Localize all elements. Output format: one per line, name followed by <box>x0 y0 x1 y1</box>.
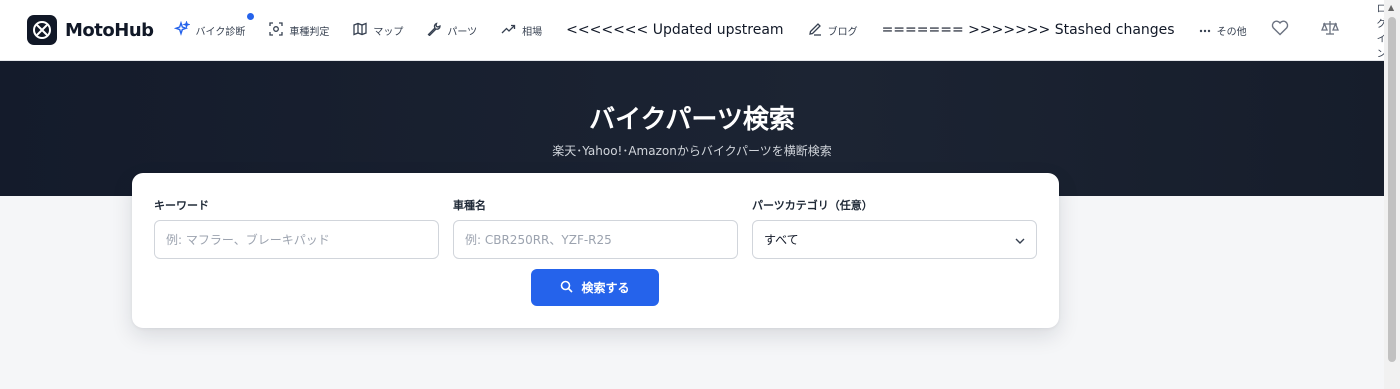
nav-label: 車種判定 <box>289 26 330 38</box>
model-field-group: 車種名 <box>453 197 738 259</box>
heart-icon <box>1271 20 1289 40</box>
top-navbar: MotoHub バイク診断 車種判定 マップ パーツ 相場 <<<<<<< Up… <box>0 0 1387 61</box>
scroll-up-arrow-icon[interactable]: ▲ <box>1388 3 1394 12</box>
brand-name: MotoHub <box>65 19 154 41</box>
model-input[interactable] <box>453 220 738 259</box>
nav-label: パーツ <box>447 26 478 38</box>
nav-label: マップ <box>373 26 404 38</box>
merge-conflict-marker-stashed: ======= >>>>>>> Stashed changes <box>881 22 1175 38</box>
notification-badge <box>247 12 255 20</box>
nav-item-market-price[interactable]: 相場 <box>501 23 542 38</box>
keyword-label: キーワード <box>154 199 209 212</box>
favorites-button[interactable] <box>1271 20 1289 40</box>
scrollbar-thumb[interactable] <box>1388 17 1396 362</box>
keyword-field-group: キーワード <box>154 197 439 259</box>
category-label: パーツカテゴリ（任意） <box>752 199 873 212</box>
nav-item-more[interactable]: その他 <box>1199 23 1247 38</box>
search-button[interactable]: 検索する <box>531 269 659 306</box>
keyword-input[interactable] <box>154 220 439 259</box>
wheel-logo-icon <box>27 15 57 45</box>
nav-label: その他 <box>1216 26 1247 38</box>
category-field-group: パーツカテゴリ（任意） すべて <box>752 197 1037 259</box>
nav-item-blog[interactable]: ブログ <box>808 22 858 39</box>
scan-icon <box>269 21 283 39</box>
page-title: バイクパーツ検索 <box>589 105 795 135</box>
nav-item-map[interactable]: マップ <box>353 22 403 39</box>
vertical-scrollbar[interactable]: ▲ <box>1384 0 1400 389</box>
nav-item-parts[interactable]: パーツ <box>427 21 478 39</box>
scale-icon <box>1320 20 1339 40</box>
nav-item-model-identification[interactable]: 車種判定 <box>269 21 330 39</box>
model-label: 車種名 <box>453 199 486 212</box>
category-selected-value: すべて <box>764 233 799 247</box>
search-icon <box>560 280 574 296</box>
nav-label: ブログ <box>827 26 858 38</box>
merge-conflict-marker-upstream: <<<<<<< Updated upstream <box>566 22 784 38</box>
wrench-icon <box>427 21 441 39</box>
nav-label: バイク診断 <box>195 26 246 38</box>
nav-item-bike-diagnosis[interactable]: バイク診断 <box>173 12 255 40</box>
page-subtitle: 楽天･Yahoo!･Amazonからバイクパーツを横断検索 <box>552 144 832 158</box>
search-card: キーワード 車種名 パーツカテゴリ（任意） すべて 検索する <box>132 173 1059 328</box>
compare-button[interactable] <box>1320 20 1339 40</box>
trending-up-icon <box>501 23 516 38</box>
chevron-down-icon <box>1015 233 1025 247</box>
search-button-label: 検索する <box>581 281 630 295</box>
nav-label: 相場 <box>522 26 543 38</box>
ellipsis-icon <box>1199 25 1211 36</box>
brand-logo[interactable]: MotoHub <box>27 15 154 45</box>
category-select[interactable]: すべて <box>752 220 1037 259</box>
sparkle-icon <box>173 19 191 40</box>
pencil-icon <box>808 22 822 39</box>
map-icon <box>353 22 367 39</box>
